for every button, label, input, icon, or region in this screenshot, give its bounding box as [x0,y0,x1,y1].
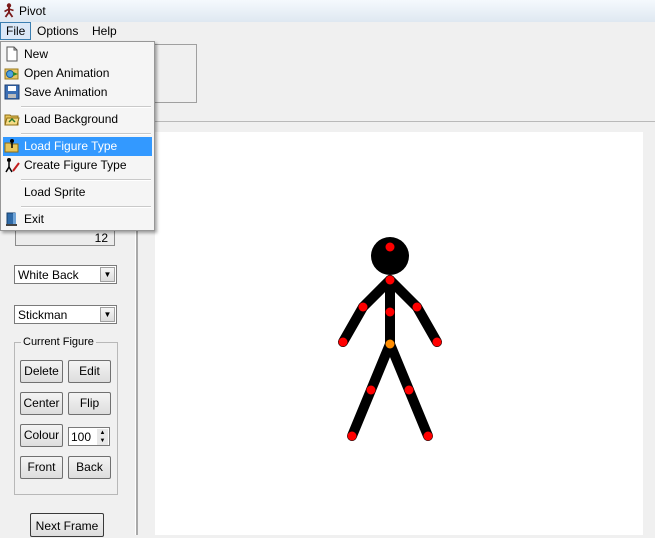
menu-item-label: Create Figure Type [24,158,127,172]
menu-item-label: New [24,47,49,61]
edit-button[interactable]: Edit [68,360,111,383]
file-menu-dropdown: New Open Animation Save Animation Load B… [0,41,155,231]
create-figure-icon [4,157,20,173]
menu-item-label: Exit [24,212,45,226]
next-frame-button[interactable]: Next Frame [30,513,104,537]
joint-handle [347,431,357,441]
spin-up-icon[interactable]: ▲ [97,429,108,437]
menu-item-load-background[interactable]: Load Background [3,110,152,129]
opacity-spinner[interactable]: 100 ▲ ▼ [68,427,110,446]
menu-item-label: Load Figure Type [24,139,118,153]
delete-button[interactable]: Delete [20,360,63,383]
figure-type-select[interactable]: Stickman ▼ [14,305,117,324]
joint-handle [385,275,395,285]
menu-item-save-animation[interactable]: Save Animation [3,83,152,102]
spin-down-icon[interactable]: ▼ [97,437,108,445]
center-button[interactable]: Center [20,392,63,415]
frame-thumbnail[interactable] [150,44,197,103]
origin-handle [385,339,395,349]
joint-handle [385,242,395,252]
menu-item-new[interactable]: New [3,45,152,64]
menu-help[interactable]: Help [87,23,122,39]
background-select[interactable]: White Back ▼ [14,265,117,284]
menu-item-label: Load Sprite [24,185,86,199]
menu-item-open-animation[interactable]: Open Animation [3,64,152,83]
title-bar: Pivot [0,0,655,23]
exit-icon [4,211,20,227]
flip-button[interactable]: Flip [68,392,111,415]
animation-speed-value[interactable]: 12 [15,229,115,246]
joint-handle [432,337,442,347]
menu-options[interactable]: Options [32,23,83,39]
menu-item-label: Open Animation [24,66,110,80]
back-button[interactable]: Back [68,456,111,479]
menu-separator [21,133,151,135]
menu-separator [21,106,151,108]
open-folder-icon [4,111,20,127]
menu-item-label: Load Background [24,112,119,126]
joint-handle [385,307,395,317]
joint-handle [412,302,422,312]
opacity-value: 100 [71,430,92,444]
menu-item-create-figure-type[interactable]: Create Figure Type [3,156,152,175]
chevron-down-icon[interactable]: ▼ [100,307,115,322]
joint-handle [366,385,376,395]
joint-handle [404,385,414,395]
menu-separator [21,206,151,208]
save-icon [4,84,20,100]
joint-handle [423,431,433,441]
front-button[interactable]: Front [20,456,63,479]
colour-button[interactable]: Colour [20,424,63,447]
background-select-value: White Back [18,268,79,282]
menu-bar: File Options Help [0,22,655,42]
current-figure-legend: Current Figure [21,336,96,348]
menu-item-exit[interactable]: Exit [3,210,152,229]
window-title: Pivot [19,4,46,18]
menu-file[interactable]: File [0,22,32,40]
joint-handle [338,337,348,347]
figure-type-select-value: Stickman [18,308,68,322]
open-animation-icon [4,65,20,81]
load-figure-icon [4,138,20,154]
chevron-down-icon[interactable]: ▼ [100,267,115,282]
new-document-icon [4,46,20,62]
menu-item-load-sprite[interactable]: Load Sprite [3,183,152,202]
menu-item-label: Save Animation [24,85,108,99]
joint-handle [358,302,368,312]
pivot-app-icon[interactable] [3,3,15,21]
menu-item-load-figure-type[interactable]: Load Figure Type [3,137,152,156]
stickman-figure[interactable] [155,132,643,535]
menu-separator [21,179,151,181]
drawing-canvas[interactable] [155,132,643,535]
